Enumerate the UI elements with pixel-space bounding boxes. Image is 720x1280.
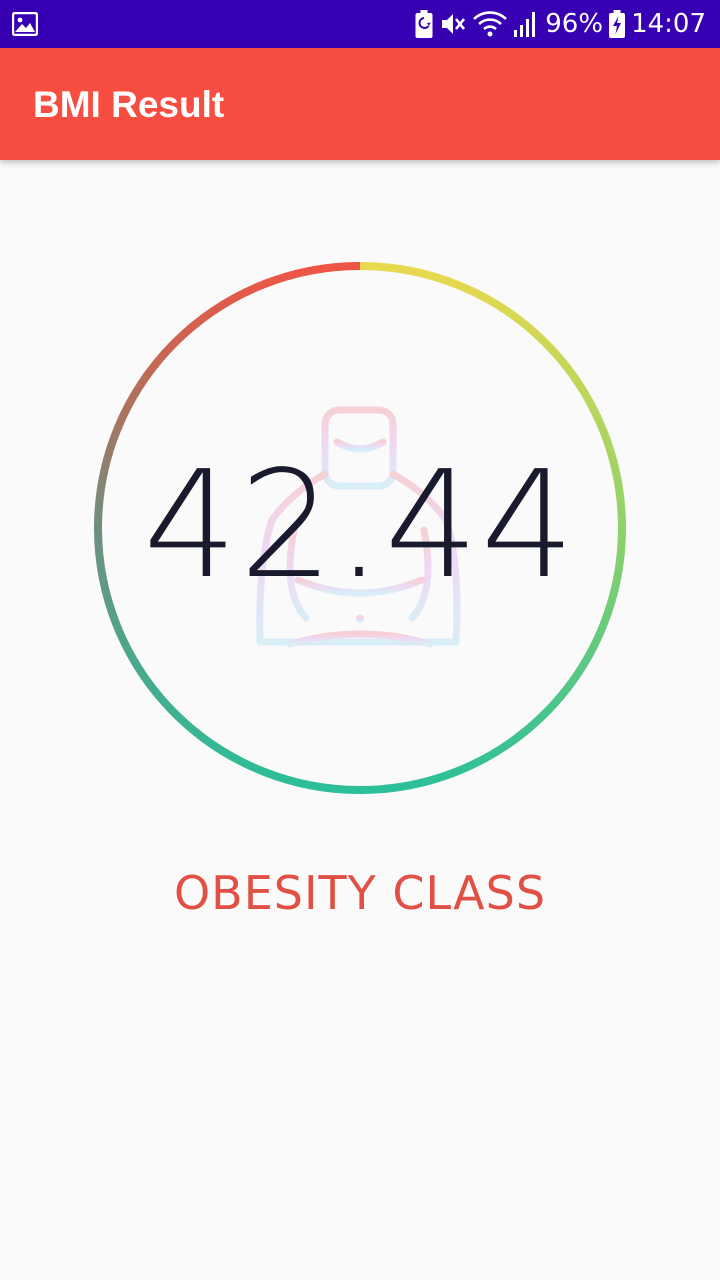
battery-percent: 96% <box>545 9 604 39</box>
page-title: BMI Result <box>33 84 225 125</box>
bmi-value: 42.44 <box>143 439 577 611</box>
status-bar: 96% 14:07 <box>0 0 720 48</box>
battery-charging-icon <box>609 10 626 38</box>
bmi-category: OBESITY CLASS <box>173 866 547 920</box>
signal-icon <box>513 10 539 38</box>
battery-saver-icon <box>415 10 433 38</box>
clock: 14:07 <box>631 9 706 39</box>
wifi-icon <box>473 10 508 38</box>
gallery-icon <box>11 11 39 37</box>
app-bar: BMI Result <box>0 48 720 160</box>
mute-icon <box>439 10 467 38</box>
